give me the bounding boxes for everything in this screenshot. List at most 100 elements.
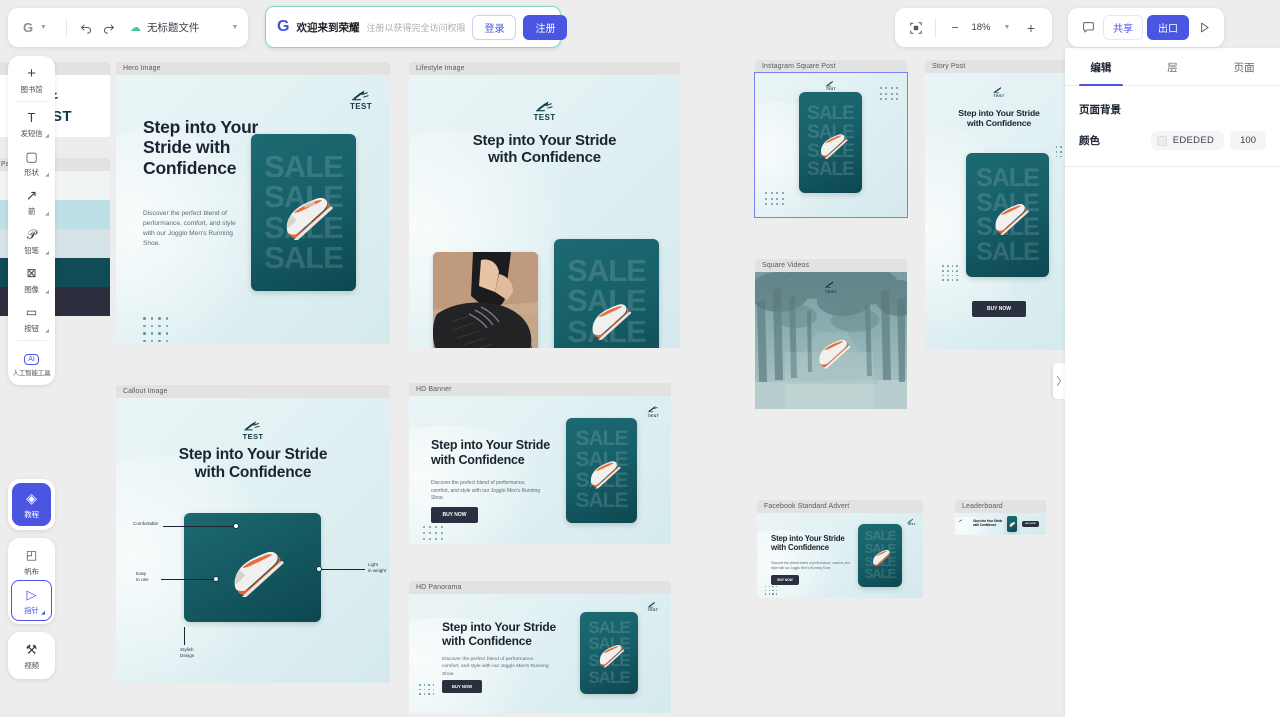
document-name-button[interactable]: ☁ 无标题文件 ▼ bbox=[120, 20, 238, 35]
artboard-leaderboard[interactable]: Leaderboard Step into Your Stride with C… bbox=[955, 500, 1046, 535]
color-hex-value: EDEDED bbox=[1173, 135, 1214, 146]
artboard-hero-image[interactable]: Hero Image TEST Step into Y bbox=[116, 62, 390, 344]
zoom-dropdown-button[interactable]: ▼ bbox=[996, 17, 1018, 39]
chevron-right-icon bbox=[1056, 375, 1062, 387]
buy-now-button[interactable]: BUY NOW bbox=[442, 680, 482, 693]
shoe-product-image bbox=[985, 195, 1030, 235]
account-menu-button[interactable]: G ▼ bbox=[20, 20, 57, 36]
tool-arrow[interactable]: ↗ 箭 ◢ bbox=[8, 182, 55, 221]
login-button[interactable]: 登录 bbox=[472, 15, 516, 40]
tab-pages[interactable]: 页面 bbox=[1208, 48, 1280, 85]
buy-now-button[interactable]: BUY NOW bbox=[972, 301, 1026, 317]
tool-image[interactable]: ⊠ 图像 ◢ bbox=[8, 260, 55, 299]
properties-panel[interactable]: 编辑 层 页面 页面背景 颜色 EDEDED 100 bbox=[1065, 48, 1280, 717]
artboard-lifestyle-image[interactable]: Lifestyle Image TEST Step i bbox=[409, 62, 680, 348]
sale-word: SALE bbox=[567, 347, 646, 348]
artboard-canvas[interactable]: TEST Step into Your Stride with Confiden… bbox=[409, 396, 671, 544]
story-headline: Step into Your Stride with Confidence bbox=[925, 108, 1073, 128]
tool-button[interactable]: ▭ 按钮 ◢ bbox=[8, 299, 55, 338]
callout-headline: Step into Your Stride with Confidence bbox=[116, 446, 390, 482]
artboard-canvas[interactable]: TEST bbox=[755, 272, 907, 409]
tool-library[interactable]: + 图书馆 bbox=[8, 60, 55, 99]
chevron-down-icon: ◢ bbox=[45, 289, 49, 295]
canvas-add-icon: ◰ bbox=[8, 547, 55, 564]
artboard-square-videos[interactable]: Square Videos bbox=[755, 259, 907, 409]
artboard-instagram-square-post[interactable]: Instagram Square Post TEST bbox=[755, 60, 907, 217]
artboard-canvas[interactable]: TEST SALE SALE SALE bbox=[755, 73, 907, 217]
export-button[interactable]: 出口 bbox=[1147, 15, 1189, 40]
present-button[interactable] bbox=[1193, 17, 1215, 39]
comment-button[interactable] bbox=[1077, 17, 1099, 39]
left-toolbar[interactable]: + 图书馆 T 发短信 ◢ ▢ 形状 ◢ ↗ 箭 ◢ 𝒫 铅笔 bbox=[8, 56, 55, 679]
tool-video[interactable]: ⚒ 视频 bbox=[8, 636, 55, 675]
page-background-color-row[interactable]: 颜色 EDEDED 100 bbox=[1065, 123, 1280, 162]
tool-label: 图书馆 bbox=[8, 84, 55, 95]
actions-toolbar[interactable]: 共享 出口 bbox=[1068, 8, 1224, 47]
headline-line-1: Step into Your Stride bbox=[771, 534, 845, 543]
zoom-in-button[interactable]: + bbox=[1020, 17, 1042, 39]
welcome-banner[interactable]: G 欢迎来到荣耀 注册以获得完全访问权限 登录 注册 bbox=[265, 6, 561, 48]
redo-button[interactable] bbox=[98, 17, 120, 39]
tab-edit[interactable]: 编辑 bbox=[1065, 48, 1137, 85]
artboard-canvas[interactable]: TEST Step into Your Stride with Confiden… bbox=[757, 513, 923, 598]
fit-to-screen-icon bbox=[909, 21, 923, 35]
color-swatch-field[interactable]: EDEDED bbox=[1151, 131, 1224, 150]
tool-pencil[interactable]: 𝒫 铅笔 ◢ bbox=[8, 221, 55, 260]
main-toolbar-left[interactable]: G ▼ ☁ 无标题文件 ▼ bbox=[8, 8, 248, 47]
buy-now-button[interactable]: BUY NOW bbox=[771, 575, 799, 585]
artboard-hd-panorama[interactable]: HD Panorama TEST Step into Your Stride w… bbox=[409, 581, 671, 713]
artboard-canvas[interactable]: Step into Your Stride with Confidence BU… bbox=[955, 513, 1046, 535]
brand-logo-text: TEST bbox=[647, 414, 660, 418]
divider bbox=[17, 340, 47, 341]
tool-canvas[interactable]: ◰ 帆布 bbox=[8, 542, 55, 581]
artboard-canvas[interactable]: TEST Step into Your Stride with Confiden… bbox=[925, 73, 1073, 350]
tool-ai-tools[interactable]: AI 人工智能工具 ◢ bbox=[8, 343, 55, 381]
zoom-toolbar[interactable]: − 18% ▼ + bbox=[895, 8, 1052, 47]
shoe-product-image bbox=[581, 294, 633, 340]
tool-label: 帆布 bbox=[8, 566, 55, 577]
artboard-story-post[interactable]: Story Post TEST Step into Your Stride wi… bbox=[925, 60, 1073, 350]
undo-button[interactable] bbox=[76, 17, 98, 39]
hero-headline: Step into Your Stride with Confidence bbox=[143, 117, 263, 178]
sale-word: SALE bbox=[588, 670, 629, 687]
buy-now-button[interactable]: BUY NOW bbox=[431, 507, 478, 523]
test-mark-icon bbox=[958, 519, 964, 523]
fb-headline: Step into Your Stride with Confidence bbox=[771, 534, 845, 552]
artboard-label: Lifestyle Image bbox=[409, 62, 680, 75]
artboard-callout-image[interactable]: Callout Image TEST Step int bbox=[116, 385, 390, 683]
signup-button[interactable]: 注册 bbox=[523, 15, 567, 40]
brand-g-icon: G bbox=[277, 19, 289, 36]
artboard-label: Square Videos bbox=[755, 259, 907, 272]
fb-body-text: Discover the perfect blend of performanc… bbox=[771, 561, 853, 571]
chevron-down-icon: ◢ bbox=[45, 133, 49, 139]
artboard-facebook-standard-advert[interactable]: Facebook Standard Advert TEST Step into … bbox=[757, 500, 923, 598]
panel-collapse-handle[interactable] bbox=[1053, 363, 1065, 399]
artboard-label: HD Banner bbox=[409, 383, 671, 396]
brand-logo: TEST bbox=[825, 80, 837, 91]
tool-label: 视频 bbox=[8, 660, 55, 671]
callout-dot-light bbox=[316, 566, 322, 572]
artboard-canvas[interactable]: TEST Step into Your Stride with Confiden… bbox=[409, 75, 680, 348]
tool-tutorial[interactable]: ◈ 教程 bbox=[12, 483, 51, 526]
panel-tabs[interactable]: 编辑 层 页面 bbox=[1065, 48, 1280, 86]
chevron-down-icon: ◢ bbox=[45, 211, 49, 217]
chevron-down-icon: ▼ bbox=[40, 24, 47, 31]
tool-shapes[interactable]: ▢ 形状 ◢ bbox=[8, 143, 55, 182]
artboard-canvas[interactable]: TEST Step into Your Stride with Confiden… bbox=[116, 75, 390, 344]
buy-now-button[interactable]: BUY NOW bbox=[1022, 521, 1039, 527]
tool-pointer[interactable]: ▷ 指针 ◢ bbox=[12, 581, 51, 620]
headline-line-3: Confidence bbox=[143, 158, 263, 178]
color-label: 颜色 bbox=[1079, 133, 1100, 148]
fit-to-screen-button[interactable] bbox=[905, 17, 927, 39]
divider bbox=[66, 18, 67, 38]
tab-layers[interactable]: 层 bbox=[1137, 48, 1209, 85]
share-button[interactable]: 共享 bbox=[1103, 15, 1143, 40]
brand-logo-text: TEST bbox=[647, 609, 659, 613]
artboard-canvas[interactable]: TEST Step into Your Stride with Confiden… bbox=[409, 594, 671, 713]
zoom-out-button[interactable]: − bbox=[944, 17, 966, 39]
artboard-label: HD Panorama bbox=[409, 581, 671, 594]
artboard-hd-banner[interactable]: HD Banner TEST Step into Your Stride bbox=[409, 383, 671, 544]
tool-text[interactable]: T 发短信 ◢ bbox=[8, 104, 55, 143]
opacity-field[interactable]: 100 bbox=[1230, 131, 1266, 150]
artboard-canvas[interactable]: TEST Step into Your Stride with Confiden… bbox=[116, 398, 390, 683]
